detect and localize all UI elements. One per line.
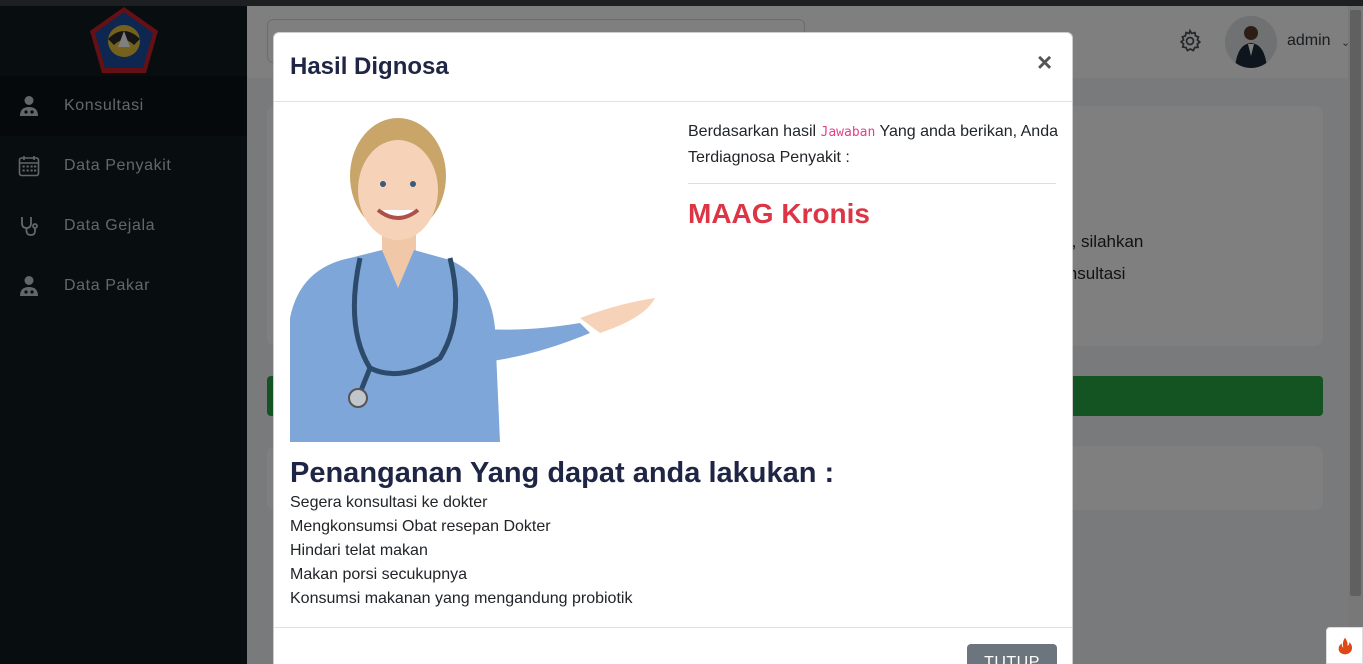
modal-footer: TUTUP bbox=[274, 627, 1072, 664]
diagnosis-modal: Hasil Dignosa × Berdasarkan hasil Jawaba… bbox=[273, 32, 1073, 664]
modal-title: Hasil Dignosa bbox=[290, 53, 449, 80]
list-item: Mengkonsumsi Obat resepan Dokter bbox=[290, 518, 551, 535]
close-icon[interactable]: × bbox=[1037, 49, 1052, 75]
treatment-list: Segera konsultasi ke dokter Mengkonsumsi… bbox=[290, 491, 632, 611]
treatment-heading: Penanganan Yang dapat anda lakukan : bbox=[290, 457, 835, 489]
doctor-illustration bbox=[290, 118, 660, 442]
list-item: Konsumsi makanan yang mengandung probiot… bbox=[290, 590, 633, 607]
list-item: Hindari telat makan bbox=[290, 542, 428, 559]
intro-text: Berdasarkan hasil Jawaban Yang anda beri… bbox=[688, 119, 1058, 170]
flame-icon[interactable] bbox=[1326, 627, 1363, 664]
modal-body: Berdasarkan hasil Jawaban Yang anda beri… bbox=[274, 102, 1072, 628]
divider bbox=[688, 183, 1056, 184]
modal-header: Hasil Dignosa × bbox=[274, 33, 1072, 102]
list-item: Segera konsultasi ke dokter bbox=[290, 494, 488, 511]
list-item: Makan porsi secukupnya bbox=[290, 566, 467, 583]
close-button[interactable]: TUTUP bbox=[967, 644, 1057, 664]
intro-text-start: Berdasarkan hasil bbox=[688, 123, 821, 140]
answer-code: Jawaban bbox=[820, 125, 876, 140]
disease-name: MAAG Kronis bbox=[688, 198, 870, 229]
